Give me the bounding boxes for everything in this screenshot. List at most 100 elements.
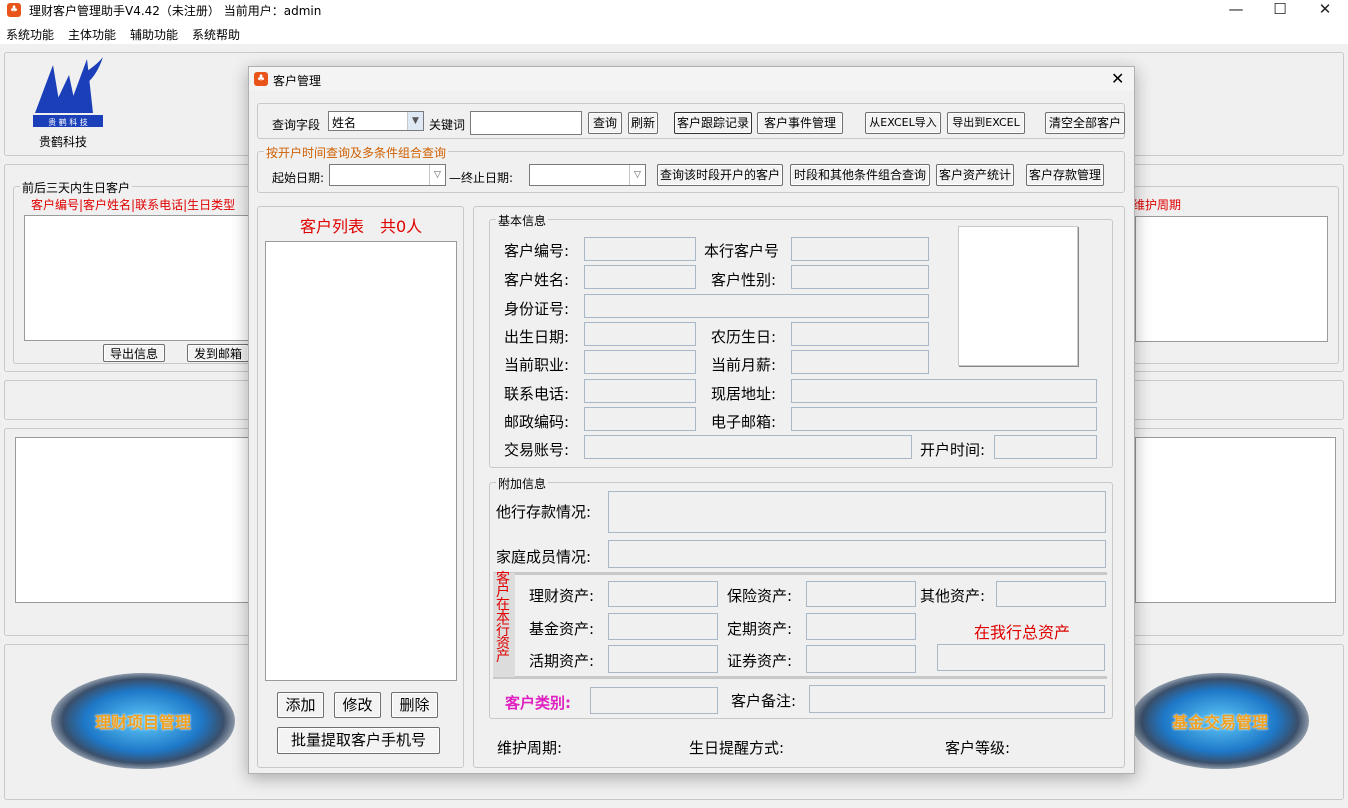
chevron-down-icon: ▼ [407,112,423,130]
fund-trade-label: 基金交易管理 [1171,713,1268,733]
other-deposit-field[interactable] [608,491,1106,533]
total-asset-field[interactable] [937,644,1105,671]
menu-help[interactable]: 系统帮助 [192,26,240,43]
keyword-input[interactable] [470,111,582,135]
idcard-field[interactable] [584,294,929,318]
fund-asset-field[interactable] [608,613,718,640]
window-titlebar: ♣ 理财客户管理助手V4.42（未注册） 当前用户：admin — ☐ ✕ [0,0,1348,20]
add-button[interactable]: 添加 [277,692,324,718]
send-mail-button[interactable]: 发到邮箱 [187,344,249,362]
lower-right-list[interactable] [1135,437,1336,603]
start-date-picker[interactable]: ▽ [329,164,446,186]
dialog-close-button[interactable]: ✕ [1111,69,1124,88]
query-field-select[interactable]: 姓名 ▼ [328,111,424,131]
fixed-asset-field[interactable] [806,613,916,640]
address-label: 现居地址: [711,385,777,403]
securities-asset-label: 证券资产: [727,652,793,670]
other-asset-field[interactable] [996,581,1106,607]
query-field-value: 姓名 [332,116,357,130]
family-field[interactable] [608,540,1106,568]
open-time-field[interactable] [994,435,1097,459]
customer-category-field[interactable] [590,687,718,714]
email-label: 电子邮箱: [711,413,777,431]
end-date-label: —终止日期: [449,171,514,185]
menu-main[interactable]: 主体功能 [68,26,116,43]
phone-field[interactable] [584,379,696,403]
customer-count: 共0人 [380,217,423,236]
securities-asset-field[interactable] [806,645,916,673]
menu-assist[interactable]: 辅助功能 [130,26,178,43]
customer-list[interactable] [265,241,457,681]
job-field[interactable] [584,350,696,374]
insurance-asset-label: 保险资产: [727,587,793,605]
maximize-button[interactable]: ☐ [1257,0,1303,20]
gender-label: 客户性别: [711,271,777,289]
photo-box[interactable] [958,226,1078,366]
end-date-picker[interactable]: ▽ [529,164,646,186]
customer-remark-field[interactable] [809,685,1105,713]
asset-vertical-label: 客户在本行资产 [496,571,510,665]
svg-text:贵 鹤 科 技: 贵 鹤 科 技 [48,117,88,127]
export-info-button[interactable]: 导出信息 [103,344,165,362]
batch-phone-button[interactable]: 批量提取客户手机号 [277,727,440,754]
minimize-button[interactable]: — [1213,0,1259,20]
bank-id-field[interactable] [791,237,929,261]
finance-project-label: 理财项目管理 [94,713,191,733]
delete-button[interactable]: 删除 [391,692,438,718]
birth-date-field[interactable] [584,322,696,346]
refresh-button[interactable]: 刷新 [628,112,658,134]
phone-label: 联系电话: [504,385,570,403]
excel-import-button[interactable]: 从EXCEL导入 [865,112,941,134]
current-asset-field[interactable] [608,645,718,673]
address-field[interactable] [791,379,1097,403]
basic-info-title: 基本信息 [496,212,549,229]
birthday-title: 前后三天内生日客户 [20,179,133,196]
fund-trade-button[interactable]: 基金交易管理 [1131,673,1309,769]
event-manage-button[interactable]: 客户事件管理 [757,112,843,134]
clear-all-button[interactable]: 清空全部客户 [1045,112,1125,134]
job-label: 当前职业: [504,356,570,374]
email-field[interactable] [791,407,1097,431]
excel-export-button[interactable]: 导出到EXCEL [947,112,1025,134]
period-query-button[interactable]: 查询该时段开户的客户 [657,164,783,186]
customer-category-label: 客户类别: [505,694,571,712]
menu-system[interactable]: 系统功能 [6,26,54,43]
deposit-manage-button[interactable]: 客户存款管理 [1026,164,1104,186]
window-title: 理财客户管理助手V4.42（未注册） 当前用户：admin [29,4,322,18]
customer-id-field[interactable] [584,237,696,261]
asset-stats-button[interactable]: 客户资产统计 [936,164,1014,186]
salary-field[interactable] [791,350,929,374]
birth-date-label: 出生日期: [504,328,570,346]
app-icon: ♣ [7,3,21,17]
insurance-asset-field[interactable] [806,581,916,607]
zip-field[interactable] [584,407,696,431]
finance-project-button[interactable]: 理财项目管理 [51,673,235,769]
finance-asset-label: 理财资产: [529,587,595,605]
family-label: 家庭成员情况: [496,548,592,566]
fund-asset-label: 基金资产: [529,620,595,638]
lunar-birthday-field[interactable] [791,322,929,346]
finance-asset-field[interactable] [608,581,718,607]
customer-level-label: 客户等级: [945,739,1011,757]
account-field[interactable] [584,435,912,459]
zip-label: 邮政编码: [504,413,570,431]
chevron-down-icon: ▽ [429,165,445,185]
chevron-down-icon: ▽ [629,165,645,185]
extra-info-title: 附加信息 [496,475,549,492]
open-time-label: 开户时间: [920,441,986,459]
dialog-icon: ♣ [254,72,268,86]
edit-button[interactable]: 修改 [334,692,381,718]
gender-field[interactable] [791,265,929,289]
track-record-button[interactable]: 客户跟踪记录 [674,112,752,134]
birthday-list[interactable] [24,215,254,341]
maintenance-cycle-header: 维护周期 [1133,198,1182,212]
customer-dialog: ♣ 客户管理 ✕ 查询字段 姓名 ▼ 关键词 查询 刷新 客户跟踪记录 客户事件… [248,66,1135,774]
combo-query-button[interactable]: 时段和其他条件组合查询 [790,164,930,186]
search-button[interactable]: 查询 [588,112,622,134]
close-window-button[interactable]: ✕ [1302,0,1348,20]
right-list[interactable] [1135,216,1328,342]
query-field-label: 查询字段 [272,118,321,132]
lower-left-list[interactable] [15,437,253,603]
menu-bar: 系统功能 主体功能 辅助功能 系统帮助 [0,20,1348,44]
customer-name-field[interactable] [584,265,696,289]
